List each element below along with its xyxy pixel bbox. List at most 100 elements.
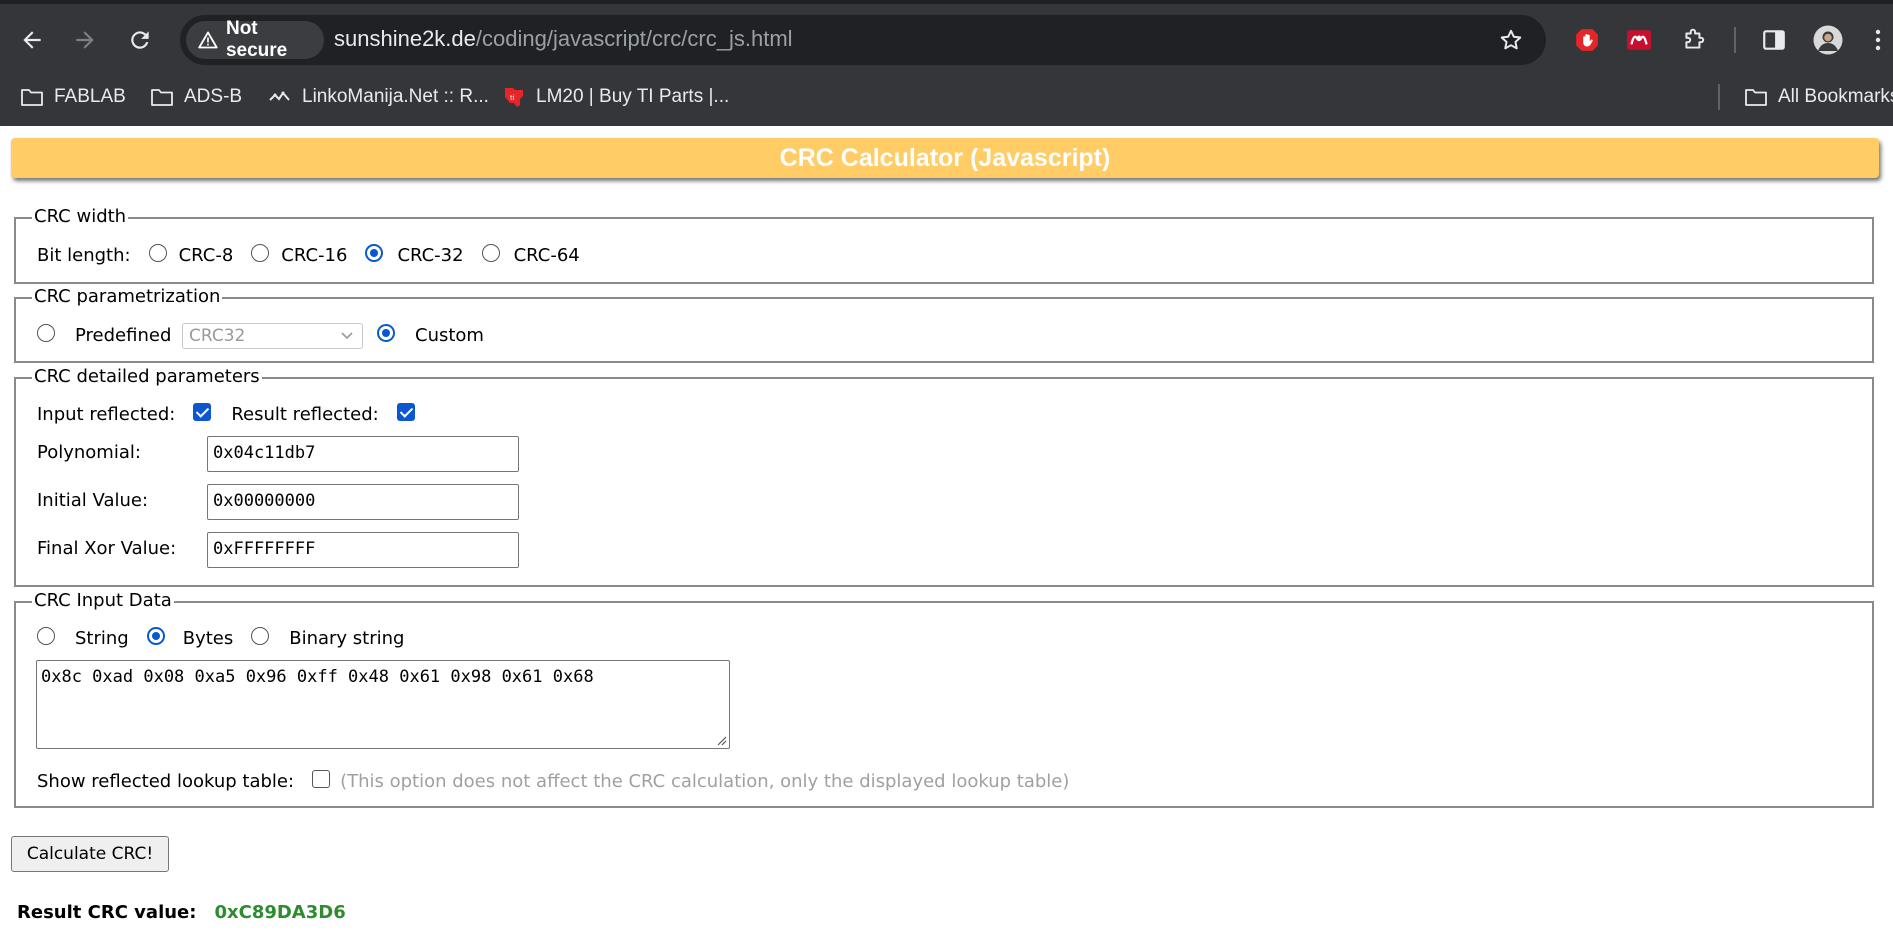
forward-arrow-icon [76,31,94,49]
predefined-radio[interactable] [37,323,55,342]
input-format-row: String Bytes Binary string [37,626,405,649]
crc8-radio[interactable] [148,243,167,262]
result-crc-label: Result CRC value: [17,902,197,923]
bookmarks-bar: FABLAB ADS-B LinkoManija.Net :: R... ti … [0,78,1893,112]
folder-icon [21,89,43,106]
url-path: /coding/javascript/crc/crc_js.html [475,26,793,51]
page-title: CRC Calculator (Javascript) [11,138,1879,178]
reflection-row: Input reflected: Result reflected: [37,402,415,425]
kebab-menu-icon [1875,29,1881,51]
final-xor-label: Final Xor Value: [37,538,177,559]
ti-logo-icon: ti [505,88,523,107]
crc8-label: CRC-8 [178,245,234,266]
custom-row: Custom [377,323,484,346]
url-text[interactable]: sunshine2k.de/coding/javascript/crc/crc_… [334,26,793,52]
hand-stop-icon [1576,29,1598,51]
bytes-label: Bytes [182,628,234,649]
folder-icon [151,89,173,106]
bookmark-fablab[interactable]: FABLAB [20,82,126,112]
crc-parametrization-legend: CRC parametrization [32,286,223,307]
mendeley-extension-button[interactable] [1621,22,1657,58]
initial-value-input[interactable]: 0x00000000 [207,484,519,520]
avatar-icon [1813,25,1843,55]
all-bookmarks-label: All Bookmarks [1778,86,1893,107]
reload-button[interactable] [120,20,160,60]
input-data-text: 0x8c 0xad 0x08 0xa5 0x96 0xff 0x48 0x61 … [41,667,594,687]
binary-string-radio[interactable] [251,626,270,645]
star-icon [1500,29,1522,50]
crc-parametrization-fieldset: CRC parametrization Predefined CRC32 Cus… [14,287,1874,363]
back-arrow-icon [23,31,41,49]
all-bookmarks-button[interactable]: All Bookmarks [1744,82,1893,112]
final-xor-input[interactable]: 0xFFFFFFFF [207,532,519,568]
security-label: Not secure [225,18,288,61]
calculate-crc-button[interactable]: Calculate CRC! [11,836,169,872]
bookmark-label: LM20 | Buy TI Parts |... [536,86,730,107]
crc-width-legend: CRC width [32,206,129,227]
crc-input-data-legend: CRC Input Data [32,590,174,611]
bookmark-label: LinkoManija.Net :: R... [302,86,489,107]
input-reflected-checkbox[interactable] [193,402,212,421]
svg-text:ti: ti [510,94,515,102]
predefined-select-value: CRC32 [189,326,246,346]
crc64-radio[interactable] [481,243,500,262]
resize-grip-icon[interactable] [715,734,727,746]
browser-menu-button[interactable] [1868,22,1888,58]
show-reflected-row: Show reflected lookup table: (This optio… [37,769,1070,792]
linkomanija-favicon-icon [269,91,290,101]
show-reflected-checkbox[interactable] [312,769,331,788]
mendeley-icon [1627,30,1651,50]
url-host: sunshine2k.de [334,26,476,51]
bytes-radio[interactable] [146,626,165,645]
bookmark-linkomanija[interactable]: LinkoManija.Net :: R... [268,82,489,112]
bit-length-label: Bit length: [37,245,131,266]
profile-avatar-button[interactable] [1810,22,1846,58]
bookmark-lm20[interactable]: ti LM20 | Buy TI Parts |... [502,82,729,112]
crc32-label: CRC-32 [397,245,464,266]
reload-icon [131,31,149,49]
bit-length-row: Bit length: CRC-8 CRC-16 CRC-32 CRC-64 [37,243,580,266]
bookmark-label: FABLAB [54,86,126,107]
folder-icon [1745,89,1767,106]
side-panel-button[interactable] [1756,22,1792,58]
input-data-textarea[interactable]: 0x8c 0xad 0x08 0xa5 0x96 0xff 0x48 0x61 … [36,660,730,749]
string-label: String [75,628,129,649]
adblock-extension-button[interactable] [1569,22,1605,58]
side-panel-icon [1763,30,1785,50]
lookup-table-note: (This option does not affect the CRC cal… [340,771,1070,792]
crc16-label: CRC-16 [281,245,348,266]
polynomial-input[interactable]: 0x04c11db7 [207,436,519,472]
parametrization-row: Predefined [37,323,172,346]
crc-width-fieldset: CRC width Bit length: CRC-8 CRC-16 CRC-3… [14,207,1874,284]
bookmarks-divider [1718,84,1720,110]
bookmark-label: ADS-B [184,86,243,107]
binary-string-label: Binary string [289,628,405,649]
result-row: Result CRC value: 0xC89DA3D6 [17,902,346,923]
back-button[interactable] [12,20,52,60]
show-reflected-label: Show reflected lookup table: [37,771,295,792]
address-bar[interactable]: Not secure sunshine2k.de/coding/javascri… [180,15,1546,65]
result-crc-value: 0xC89DA3D6 [214,902,346,923]
result-reflected-label: Result reflected: [231,404,379,425]
crc16-radio[interactable] [251,243,270,262]
predefined-label: Predefined [75,325,172,346]
extensions-button[interactable] [1676,22,1712,58]
bookmark-star-button[interactable] [1498,27,1524,57]
input-reflected-label: Input reflected: [37,404,176,425]
custom-label: Custom [415,325,484,346]
crc64-label: CRC-64 [513,245,580,266]
toolbar-divider [1734,27,1736,53]
security-indicator[interactable]: Not secure [186,18,324,61]
result-reflected-checkbox[interactable] [396,402,415,421]
crc-detailed-parameters-fieldset: CRC detailed parameters Input reflected:… [14,367,1874,587]
custom-radio[interactable] [377,323,395,342]
puzzle-icon [1685,28,1705,49]
bookmark-ads-b[interactable]: ADS-B [150,82,242,112]
string-radio[interactable] [37,626,55,645]
predefined-select[interactable]: CRC32 [182,323,363,349]
forward-button[interactable] [65,20,105,60]
crc32-radio[interactable] [365,243,384,262]
polynomial-label: Polynomial: [37,442,141,463]
crc-detailed-parameters-legend: CRC detailed parameters [32,366,262,387]
initial-value-label: Initial Value: [37,490,149,511]
